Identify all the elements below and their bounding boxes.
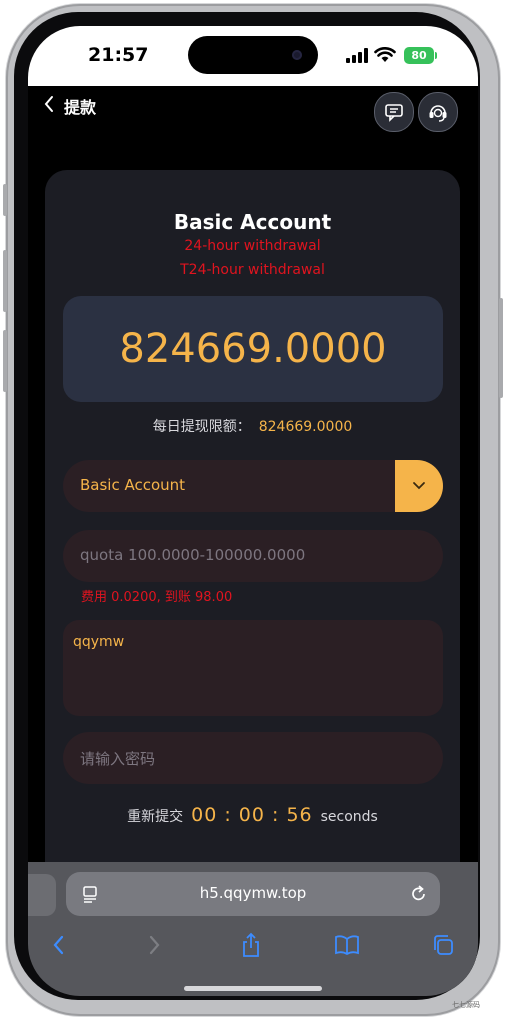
share-icon[interactable] — [236, 932, 266, 958]
url-text: h5.qqymw.top — [199, 884, 307, 902]
customer-service-button[interactable] — [418, 92, 458, 132]
message-button[interactable] — [374, 92, 414, 132]
watermark: 七七源码 — [452, 1001, 480, 1009]
amount-placeholder: quota 100.0000-100000.0000 — [80, 546, 306, 564]
home-indicator — [184, 986, 322, 991]
remark-value: qqymw — [73, 634, 125, 650]
password-input[interactable]: 请输入密码 — [63, 732, 443, 784]
withdrawal-note-2: T24-hour withdrawal — [180, 262, 325, 278]
action-button — [3, 184, 7, 216]
daily-limit-label: 每日提现限额： — [152, 419, 251, 435]
signal-icon — [346, 48, 368, 63]
browser-toolbar: h5.qqymw.top — [28, 862, 478, 996]
volume-down-button — [3, 330, 7, 392]
countdown-unit: seconds — [320, 809, 378, 825]
status-time: 21:57 — [88, 44, 149, 66]
status-bar: 21:57 80 — [28, 26, 478, 86]
battery-nub — [435, 52, 437, 59]
balance-display: 824669.0000 — [63, 296, 443, 402]
amount-input[interactable]: quota 100.0000-100000.0000 — [63, 530, 443, 582]
tabs-icon[interactable] — [428, 932, 458, 958]
withdraw-card: Basic Account 24-hour withdrawal T24-hou… — [45, 170, 460, 888]
customer-service-icon — [429, 105, 447, 122]
bookmarks-icon[interactable] — [332, 932, 362, 958]
countdown-timer: 00 : 00 : 56 — [191, 804, 313, 826]
wifi-icon — [374, 47, 396, 62]
volume-up-button — [3, 250, 7, 312]
forward-icon[interactable] — [140, 932, 170, 958]
account-select-toggle[interactable] — [395, 460, 443, 512]
camera-icon — [292, 50, 302, 60]
reload-icon[interactable] — [410, 884, 428, 904]
account-select[interactable]: Basic Account — [63, 460, 443, 512]
account-title: Basic Account — [173, 210, 332, 234]
resubmit-countdown: 重新提交 00 : 00 : 56 seconds — [45, 804, 460, 826]
power-button — [499, 298, 503, 398]
resubmit-label: 重新提交 — [127, 809, 184, 825]
previous-tab-preview[interactable] — [28, 874, 56, 916]
dynamic-island — [188, 36, 318, 74]
withdraw-page: 提款 Basic Account 24-hour withdrawal T24-… — [28, 86, 478, 996]
battery-icon: 80 — [404, 47, 434, 64]
chevron-down-icon — [413, 482, 425, 490]
daily-limit-value: 824669.0000 — [258, 419, 353, 435]
fee-info: 费用 0.0200, 到账 98.00 — [81, 590, 233, 605]
back-chevron-icon[interactable] — [42, 94, 56, 114]
page-title: 提款 — [64, 98, 97, 117]
daily-limit: 每日提现限额： 824669.0000 — [45, 416, 460, 436]
account-select-value: Basic Account — [80, 476, 186, 494]
screen: 21:57 80 提款 Basic Account 24-hour withdr… — [28, 26, 478, 996]
withdrawal-note-1: 24-hour withdrawal — [184, 238, 321, 254]
password-placeholder: 请输入密码 — [80, 750, 156, 768]
back-icon[interactable] — [43, 932, 73, 958]
message-icon — [385, 104, 403, 122]
remark-textarea[interactable]: qqymw — [63, 620, 443, 716]
address-bar[interactable]: h5.qqymw.top — [66, 872, 440, 916]
balance-value: 824669.0000 — [119, 326, 387, 372]
